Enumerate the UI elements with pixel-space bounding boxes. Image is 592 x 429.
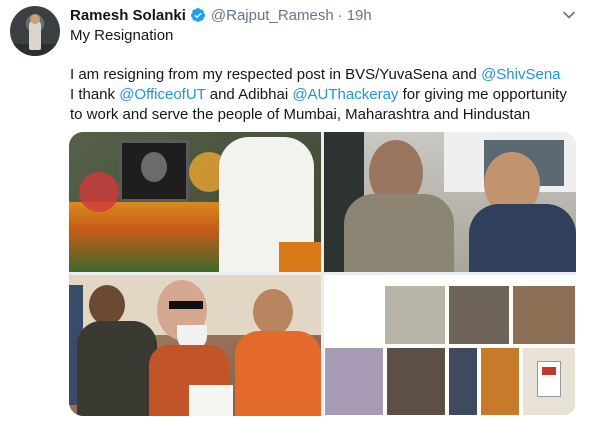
photo-group[interactable] [69, 275, 321, 416]
tweet-header: Ramesh Solanki @Rajput_Ramesh · 19h [70, 5, 372, 25]
photo-handshake[interactable] [324, 132, 576, 272]
body-text: I am resigning from my respected post in… [70, 66, 482, 83]
author-name[interactable]: Ramesh Solanki [70, 7, 186, 24]
photo-memorial[interactable] [69, 132, 321, 272]
mention-officeofut[interactable]: @OfficeofUT [119, 86, 205, 103]
avatar[interactable] [10, 6, 60, 56]
tweet-title: My Resignation [70, 27, 174, 44]
body-text: and Adibhai [205, 86, 293, 103]
mention-shivsena[interactable]: @ShivSena [481, 66, 560, 83]
avatar-head [30, 14, 40, 24]
tweet-body-line-1: I am resigning from my respected post in… [70, 65, 582, 85]
tweet-body-line-2: I thank @OfficeofUT and Adibhai @AUThack… [70, 85, 582, 105]
mention-authackeray[interactable]: @AUThackeray [292, 86, 398, 103]
tweet-body: I am resigning from my respected post in… [70, 65, 582, 125]
body-text: I thank [70, 86, 120, 103]
verified-badge-icon [190, 7, 206, 23]
tweet-timestamp[interactable]: 19h [347, 7, 372, 24]
media-grid [69, 132, 576, 416]
avatar-figure [29, 20, 41, 50]
tweet: Ramesh Solanki @Rajput_Ramesh · 19h My R… [0, 0, 592, 429]
header-separator: · [337, 6, 343, 24]
chevron-down-icon[interactable] [562, 8, 576, 22]
body-text: for giving me opportunity [398, 86, 567, 103]
tweet-body-line-3: to work and serve the people of Mumbai, … [70, 106, 531, 123]
photo-collage[interactable] [324, 275, 576, 416]
author-handle[interactable]: @Rajput_Ramesh [211, 7, 334, 24]
